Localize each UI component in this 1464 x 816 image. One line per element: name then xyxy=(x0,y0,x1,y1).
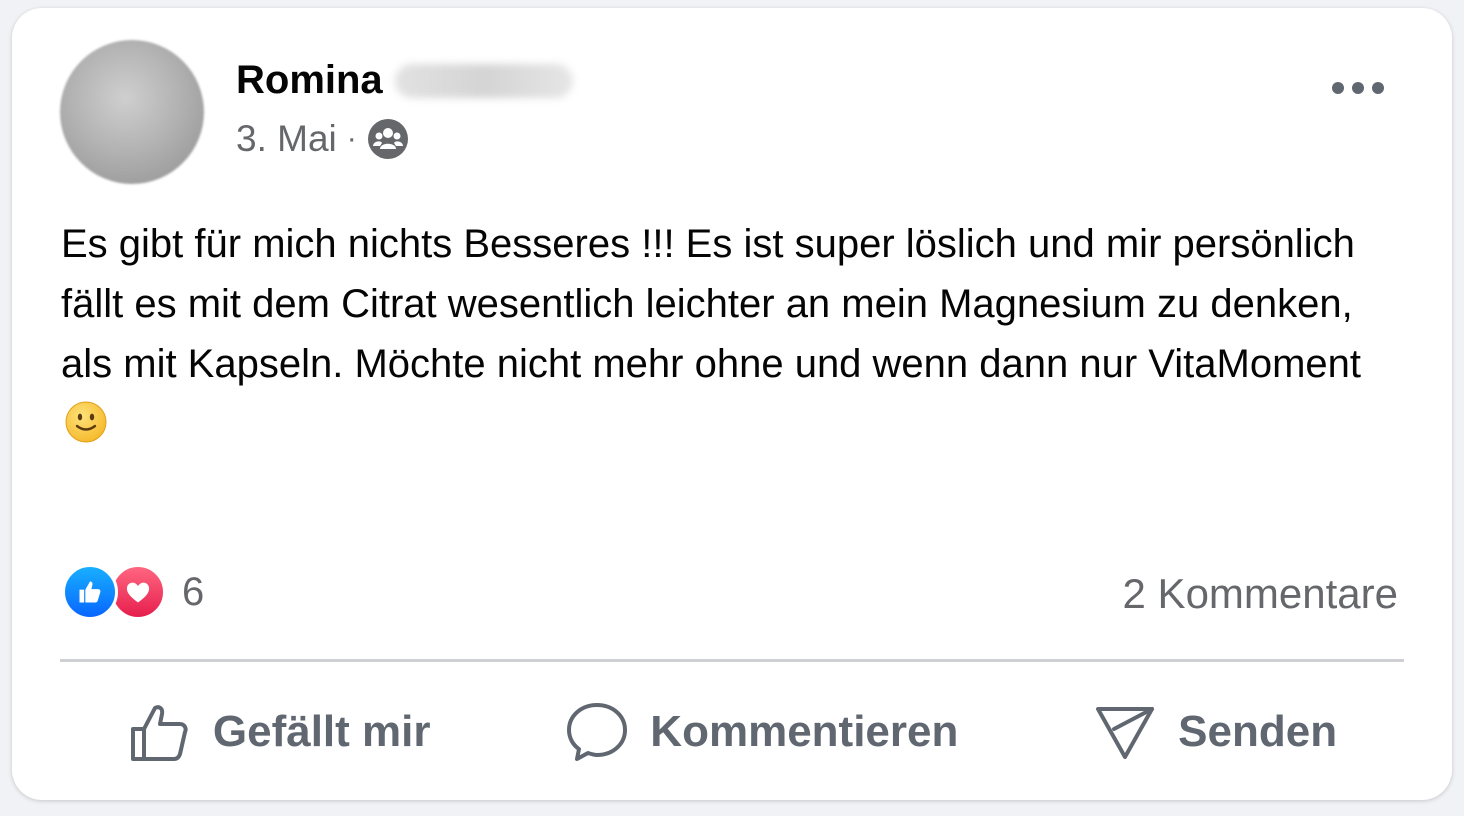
author-name[interactable]: Romina xyxy=(236,58,383,103)
like-reaction-icon xyxy=(62,564,118,620)
post-body: Es gibt für mich nichts Besseres !!! Es … xyxy=(61,214,1411,454)
post-text: Es gibt für mich nichts Besseres !!! Es … xyxy=(61,222,1361,386)
love-reaction-icon xyxy=(110,564,166,620)
author-surname-redacted xyxy=(394,63,573,98)
send-arrow-icon xyxy=(1092,699,1158,765)
reactions-summary[interactable]: 6 xyxy=(62,564,204,620)
meta-separator: · xyxy=(346,122,357,155)
author-avatar[interactable] xyxy=(60,40,204,184)
actions-divider xyxy=(60,659,1404,662)
post-date[interactable]: 3. Mai xyxy=(236,118,337,160)
post-actions-bar: Gefällt mir Kommentieren Senden xyxy=(60,672,1404,792)
more-options-button[interactable] xyxy=(1330,68,1386,108)
comment-button[interactable]: Kommentieren xyxy=(544,689,978,775)
speech-bubble-icon xyxy=(564,699,630,765)
thumbs-up-icon xyxy=(127,699,193,765)
post-card: Romina 3. Mai · Es gibt für mich nichts … xyxy=(12,8,1452,800)
more-dots-icon xyxy=(1332,82,1384,94)
send-button[interactable]: Senden xyxy=(1072,689,1357,775)
group-audience-icon[interactable] xyxy=(367,118,409,160)
comments-count-link[interactable]: 2 Kommentare xyxy=(1123,570,1398,618)
post-meta: 3. Mai · xyxy=(236,118,409,160)
author-row: Romina xyxy=(236,58,573,103)
send-button-label: Senden xyxy=(1178,707,1338,756)
smiling-face-emoji xyxy=(65,400,107,443)
like-button-label: Gefällt mir xyxy=(212,707,431,756)
comment-button-label: Kommentieren xyxy=(650,707,959,756)
like-button[interactable]: Gefällt mir xyxy=(107,689,451,775)
reaction-count: 6 xyxy=(182,569,205,614)
